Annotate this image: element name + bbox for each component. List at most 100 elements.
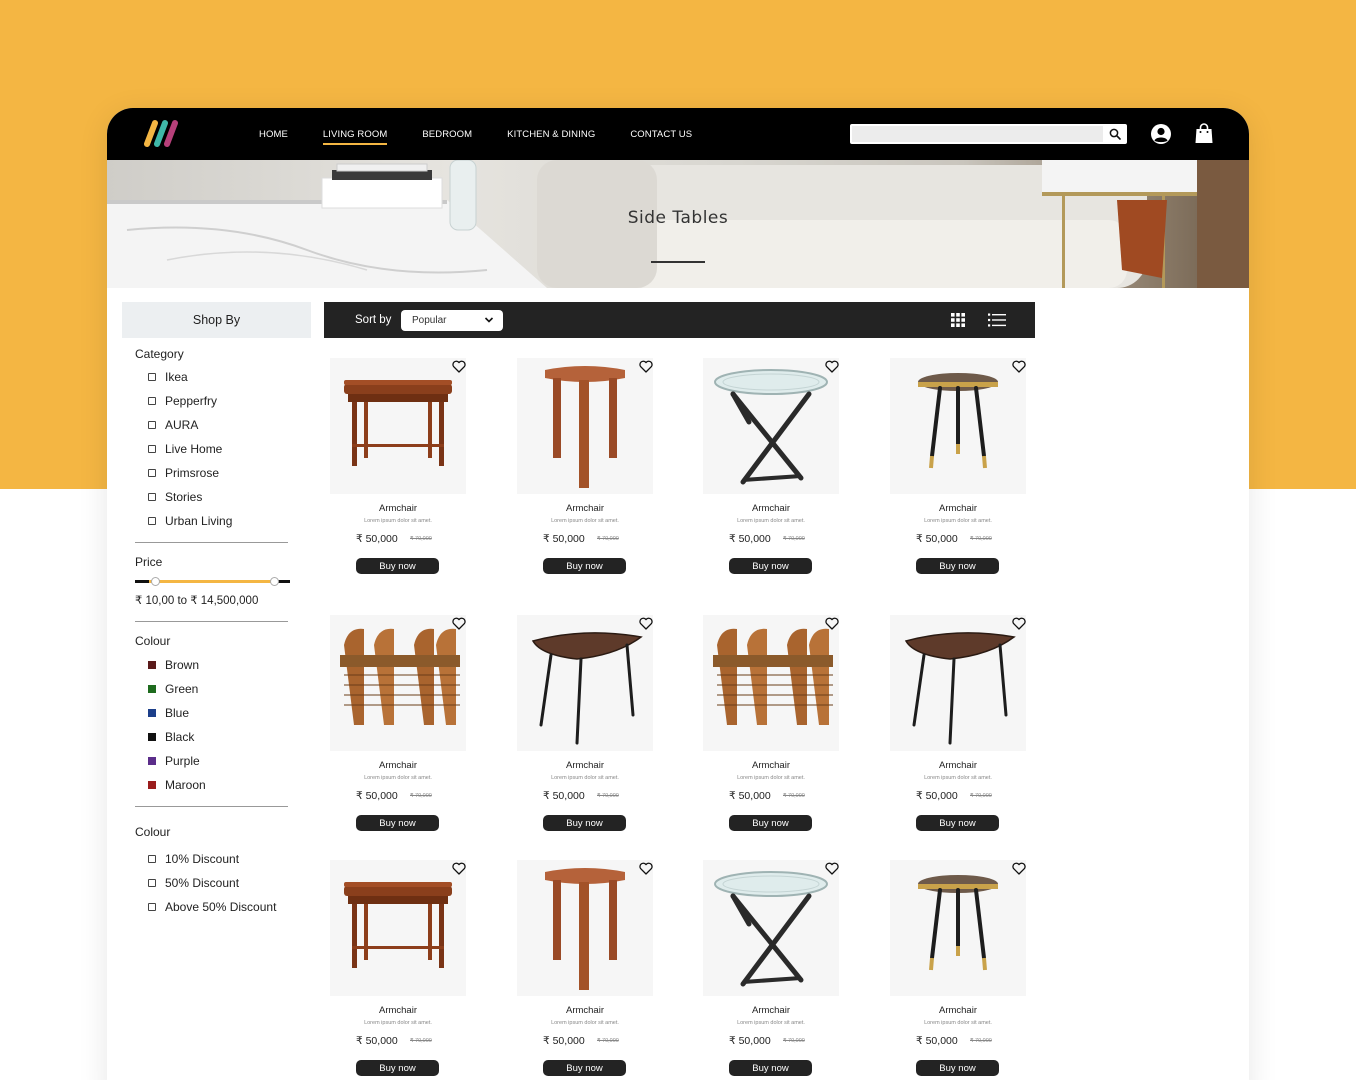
checkbox[interactable] bbox=[148, 445, 156, 453]
buy-now-button[interactable]: Buy now bbox=[356, 558, 439, 574]
price-max-handle[interactable] bbox=[270, 577, 279, 586]
price-slider[interactable] bbox=[135, 575, 290, 587]
buy-now-button[interactable]: Buy now bbox=[916, 815, 999, 831]
heart-icon[interactable] bbox=[825, 360, 839, 373]
category-item[interactable]: Pepperfry bbox=[148, 389, 311, 413]
discount-item[interactable]: 10% Discount bbox=[148, 847, 311, 871]
product-name[interactable]: Armchair bbox=[512, 760, 658, 771]
product-image[interactable] bbox=[330, 358, 466, 494]
product-image[interactable] bbox=[703, 860, 839, 996]
checkbox[interactable] bbox=[148, 903, 156, 911]
product-card[interactable]: Armchair Lorem ipsum dolor sit amet. ₹ 50,… bbox=[512, 354, 658, 586]
product-name[interactable]: Armchair bbox=[885, 760, 1031, 771]
search-button[interactable] bbox=[1103, 124, 1127, 144]
buy-now-button[interactable]: Buy now bbox=[916, 1060, 999, 1076]
heart-icon[interactable] bbox=[825, 862, 839, 875]
product-card[interactable]: Armchair Lorem ipsum dolor sit amet. ₹ 50,… bbox=[325, 856, 471, 1080]
product-image[interactable] bbox=[703, 358, 839, 494]
category-item[interactable]: AURA bbox=[148, 413, 311, 437]
buy-now-button[interactable]: Buy now bbox=[729, 815, 812, 831]
colour-item[interactable]: Purple bbox=[148, 749, 311, 773]
heart-icon[interactable] bbox=[1012, 862, 1026, 875]
heart-icon[interactable] bbox=[639, 360, 653, 373]
checkbox[interactable] bbox=[148, 879, 156, 887]
nav-item-living-room[interactable]: LIVING ROOM bbox=[322, 129, 388, 145]
product-card[interactable]: Armchair Lorem ipsum dolor sit amet. ₹ 50,… bbox=[698, 611, 844, 843]
heart-icon[interactable] bbox=[1012, 360, 1026, 373]
product-image[interactable] bbox=[517, 860, 653, 996]
product-name[interactable]: Armchair bbox=[325, 503, 471, 514]
colour-item[interactable]: Brown bbox=[148, 653, 311, 677]
product-name[interactable]: Armchair bbox=[698, 760, 844, 771]
checkbox[interactable] bbox=[148, 517, 156, 525]
heart-icon[interactable] bbox=[639, 862, 653, 875]
product-image[interactable] bbox=[517, 615, 653, 751]
nav-item-bedroom[interactable]: BEDROOM bbox=[422, 129, 472, 140]
checkbox[interactable] bbox=[148, 397, 156, 405]
heart-icon[interactable] bbox=[1012, 617, 1026, 630]
category-item[interactable]: Urban Living bbox=[148, 509, 311, 533]
checkbox[interactable] bbox=[148, 493, 156, 501]
heart-icon[interactable] bbox=[452, 862, 466, 875]
buy-now-button[interactable]: Buy now bbox=[729, 558, 812, 574]
category-item[interactable]: Live Home bbox=[148, 437, 311, 461]
product-name[interactable]: Armchair bbox=[698, 503, 844, 514]
user-account-icon[interactable] bbox=[1150, 123, 1172, 145]
product-card[interactable]: Armchair Lorem ipsum dolor sit amet. ₹ 50,… bbox=[325, 611, 471, 843]
product-card[interactable]: Armchair Lorem ipsum dolor sit amet. ₹ 50,… bbox=[512, 856, 658, 1080]
buy-now-button[interactable]: Buy now bbox=[543, 815, 626, 831]
product-name[interactable]: Armchair bbox=[698, 1005, 844, 1016]
colour-item[interactable]: Blue bbox=[148, 701, 311, 725]
product-name[interactable]: Armchair bbox=[885, 503, 1031, 514]
colour-item[interactable]: Maroon bbox=[148, 773, 311, 797]
checkbox[interactable] bbox=[148, 421, 156, 429]
buy-now-button[interactable]: Buy now bbox=[543, 558, 626, 574]
category-item[interactable]: Ikea bbox=[148, 365, 311, 389]
checkbox[interactable] bbox=[148, 855, 156, 863]
product-card[interactable]: Armchair Lorem ipsum dolor sit amet. ₹ 50,… bbox=[698, 354, 844, 586]
product-name[interactable]: Armchair bbox=[512, 503, 658, 514]
discount-item[interactable]: 50% Discount bbox=[148, 871, 311, 895]
colour-item[interactable]: Green bbox=[148, 677, 311, 701]
discount-item[interactable]: Above 50% Discount bbox=[148, 895, 311, 919]
heart-icon[interactable] bbox=[825, 617, 839, 630]
nav-item-home[interactable]: HOME bbox=[259, 129, 288, 140]
buy-now-button[interactable]: Buy now bbox=[729, 1060, 812, 1076]
product-image[interactable] bbox=[330, 615, 466, 751]
product-name[interactable]: Armchair bbox=[885, 1005, 1031, 1016]
heart-icon[interactable] bbox=[452, 617, 466, 630]
heart-icon[interactable] bbox=[452, 360, 466, 373]
buy-now-button[interactable]: Buy now bbox=[356, 1060, 439, 1076]
product-name[interactable]: Armchair bbox=[325, 1005, 471, 1016]
search-input[interactable] bbox=[852, 126, 1103, 142]
product-name[interactable]: Armchair bbox=[512, 1005, 658, 1016]
product-image[interactable] bbox=[330, 860, 466, 996]
product-image[interactable] bbox=[890, 358, 1026, 494]
buy-now-button[interactable]: Buy now bbox=[916, 558, 999, 574]
colour-item[interactable]: Black bbox=[148, 725, 311, 749]
checkbox[interactable] bbox=[148, 373, 156, 381]
list-view-icon[interactable] bbox=[988, 313, 1006, 327]
brand-logo-icon[interactable] bbox=[141, 118, 185, 148]
product-card[interactable]: Armchair Lorem ipsum dolor sit amet. ₹ 50,… bbox=[885, 354, 1031, 586]
product-image[interactable] bbox=[890, 615, 1026, 751]
checkbox[interactable] bbox=[148, 469, 156, 477]
sort-dropdown[interactable]: Popular bbox=[401, 310, 503, 331]
product-name[interactable]: Armchair bbox=[325, 760, 471, 771]
nav-item-contact-us[interactable]: CONTACT US bbox=[630, 129, 692, 140]
product-card[interactable]: Armchair Lorem ipsum dolor sit amet. ₹ 50,… bbox=[885, 856, 1031, 1080]
nav-item-kitchen-dining[interactable]: KITCHEN & DINING bbox=[507, 129, 595, 140]
product-card[interactable]: Armchair Lorem ipsum dolor sit amet. ₹ 50,… bbox=[885, 611, 1031, 843]
buy-now-button[interactable]: Buy now bbox=[356, 815, 439, 831]
product-card[interactable]: Armchair Lorem ipsum dolor sit amet. ₹ 50,… bbox=[698, 856, 844, 1080]
category-item[interactable]: Stories bbox=[148, 485, 311, 509]
product-card[interactable]: Armchair Lorem ipsum dolor sit amet. ₹ 50,… bbox=[325, 354, 471, 586]
category-item[interactable]: Primsrose bbox=[148, 461, 311, 485]
product-image[interactable] bbox=[703, 615, 839, 751]
product-image[interactable] bbox=[890, 860, 1026, 996]
product-card[interactable]: Armchair Lorem ipsum dolor sit amet. ₹ 50,… bbox=[512, 611, 658, 843]
product-image[interactable] bbox=[517, 358, 653, 494]
grid-view-icon[interactable] bbox=[951, 313, 965, 327]
heart-icon[interactable] bbox=[639, 617, 653, 630]
shopping-bag-icon[interactable] bbox=[1194, 122, 1214, 144]
